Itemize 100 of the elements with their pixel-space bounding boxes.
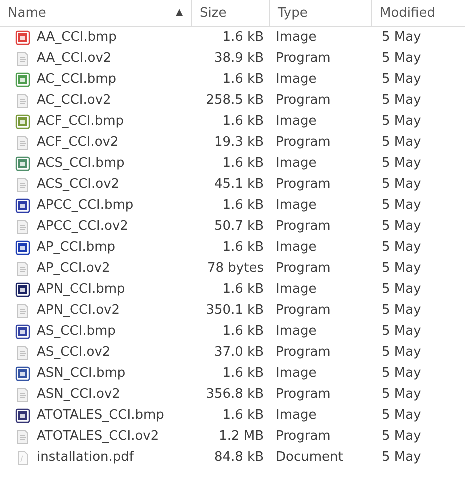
- sort-arrow-icon: ▲: [176, 8, 183, 18]
- file-size: 1.6 kB: [222, 408, 264, 423]
- file-type: Image: [276, 282, 317, 297]
- modified-date: 5 May: [382, 450, 422, 465]
- file-name[interactable]: APCC_CCI.bmp: [37, 198, 134, 213]
- modified-date: 5 May: [382, 114, 422, 129]
- modified-date: 5 May: [382, 366, 422, 381]
- modified-date: 5 May: [382, 72, 422, 87]
- file-name[interactable]: AA_CCI.ov2: [37, 51, 112, 66]
- file-name[interactable]: AC_CCI.ov2: [37, 93, 112, 108]
- modified-date: 5 May: [382, 261, 422, 276]
- file-size: 258.5 kB: [206, 93, 264, 108]
- file-type: Program: [276, 261, 331, 276]
- file-size: 19.3 kB: [214, 135, 264, 150]
- modified-date: 5 May: [382, 30, 422, 45]
- file-type: Program: [276, 429, 331, 444]
- file-name[interactable]: ATOTALES_CCI.ov2: [37, 429, 160, 444]
- text-file-icon: [15, 344, 31, 360]
- file-type: Image: [276, 324, 317, 339]
- text-file-icon: [15, 218, 31, 234]
- file-type: Program: [276, 303, 331, 318]
- file-size: 1.2 MB: [219, 429, 264, 444]
- modified-date: 5 May: [382, 303, 422, 318]
- file-type: Image: [276, 30, 317, 45]
- text-file-icon: [15, 50, 31, 66]
- file-name[interactable]: ASN_CCI.ov2: [37, 387, 120, 402]
- file-name[interactable]: installation.pdf: [37, 450, 134, 465]
- file-type: Image: [276, 408, 317, 423]
- column-header[interactable]: Size: [192, 0, 270, 26]
- modified-date: 5 May: [382, 345, 422, 360]
- file-type: Program: [276, 219, 331, 234]
- text-file-icon: [15, 260, 31, 276]
- modified-date: 5 May: [382, 51, 422, 66]
- file-name[interactable]: AA_CCI.bmp: [37, 30, 117, 45]
- file-type: Image: [276, 198, 317, 213]
- file-name[interactable]: AP_CCI.bmp: [37, 240, 116, 255]
- modified-date: 5 May: [382, 93, 422, 108]
- modified-date: 5 May: [382, 240, 422, 255]
- file-name[interactable]: ATOTALES_CCI.bmp: [37, 408, 164, 423]
- file-type: Image: [276, 240, 317, 255]
- file-size: 84.8 kB: [214, 450, 264, 465]
- column-header[interactable]: Name ▲: [0, 0, 192, 26]
- file-type: Image: [276, 366, 317, 381]
- file-type: Program: [276, 387, 331, 402]
- file-type: Program: [276, 135, 331, 150]
- modified-date: 5 May: [382, 219, 422, 234]
- file-name[interactable]: ACS_CCI.ov2: [37, 177, 120, 192]
- file-size: 1.6 kB: [222, 240, 264, 255]
- file-size: 1.6 kB: [222, 30, 264, 45]
- file-size: 1.6 kB: [222, 282, 264, 297]
- file-size: 45.1 kB: [214, 177, 264, 192]
- text-file-icon: [15, 428, 31, 444]
- modified-date: 5 May: [382, 135, 422, 150]
- file-size: 1.6 kB: [222, 156, 264, 171]
- file-name[interactable]: APN_CCI.ov2: [37, 303, 120, 318]
- file-type: Program: [276, 93, 331, 108]
- file-size: 1.6 kB: [222, 72, 264, 87]
- file-size: 78 bytes: [208, 261, 264, 276]
- modified-date: 5 May: [382, 156, 422, 171]
- text-file-icon: [15, 386, 31, 402]
- file-name[interactable]: ASN_CCI.bmp: [37, 366, 126, 381]
- file-size: 1.6 kB: [222, 366, 264, 381]
- file-type: Image: [276, 72, 317, 87]
- document-icon: [15, 450, 31, 466]
- file-size: 350.1 kB: [206, 303, 264, 318]
- file-type: Image: [276, 114, 317, 129]
- file-name[interactable]: AC_CCI.bmp: [37, 72, 117, 87]
- modified-date: 5 May: [382, 198, 422, 213]
- file-type: Program: [276, 177, 331, 192]
- modified-date: 5 May: [382, 429, 422, 444]
- modified-date: 5 May: [382, 177, 422, 192]
- modified-date: 5 May: [382, 387, 422, 402]
- text-file-icon: [15, 134, 31, 150]
- file-name[interactable]: AS_CCI.ov2: [37, 345, 111, 360]
- text-file-icon: [15, 92, 31, 108]
- file-size: 37.0 kB: [214, 345, 264, 360]
- file-size: 1.6 kB: [222, 324, 264, 339]
- text-file-icon: [15, 176, 31, 192]
- file-size: 356.8 kB: [206, 387, 264, 402]
- file-type: Document: [276, 450, 344, 465]
- file-type: Image: [276, 156, 317, 171]
- file-name[interactable]: ACS_CCI.bmp: [37, 156, 125, 171]
- modified-date: 5 May: [382, 282, 422, 297]
- modified-date: 5 May: [382, 408, 422, 423]
- file-size: 38.9 kB: [214, 51, 264, 66]
- column-header[interactable]: Type: [270, 0, 372, 26]
- file-name[interactable]: APN_CCI.bmp: [37, 282, 126, 297]
- file-name[interactable]: ACF_CCI.bmp: [37, 114, 124, 129]
- text-file-icon: [15, 302, 31, 318]
- file-type: Program: [276, 345, 331, 360]
- file-name[interactable]: ACF_CCI.ov2: [37, 135, 119, 150]
- file-size: 1.6 kB: [222, 198, 264, 213]
- file-size: 1.6 kB: [222, 114, 264, 129]
- file-name[interactable]: APCC_CCI.ov2: [37, 219, 128, 234]
- file-name[interactable]: AP_CCI.ov2: [37, 261, 110, 276]
- file-type: Program: [276, 51, 331, 66]
- modified-date: 5 May: [382, 324, 422, 339]
- file-size: 50.7 kB: [214, 219, 264, 234]
- column-header[interactable]: Modified: [372, 0, 465, 26]
- file-name[interactable]: AS_CCI.bmp: [37, 324, 116, 339]
